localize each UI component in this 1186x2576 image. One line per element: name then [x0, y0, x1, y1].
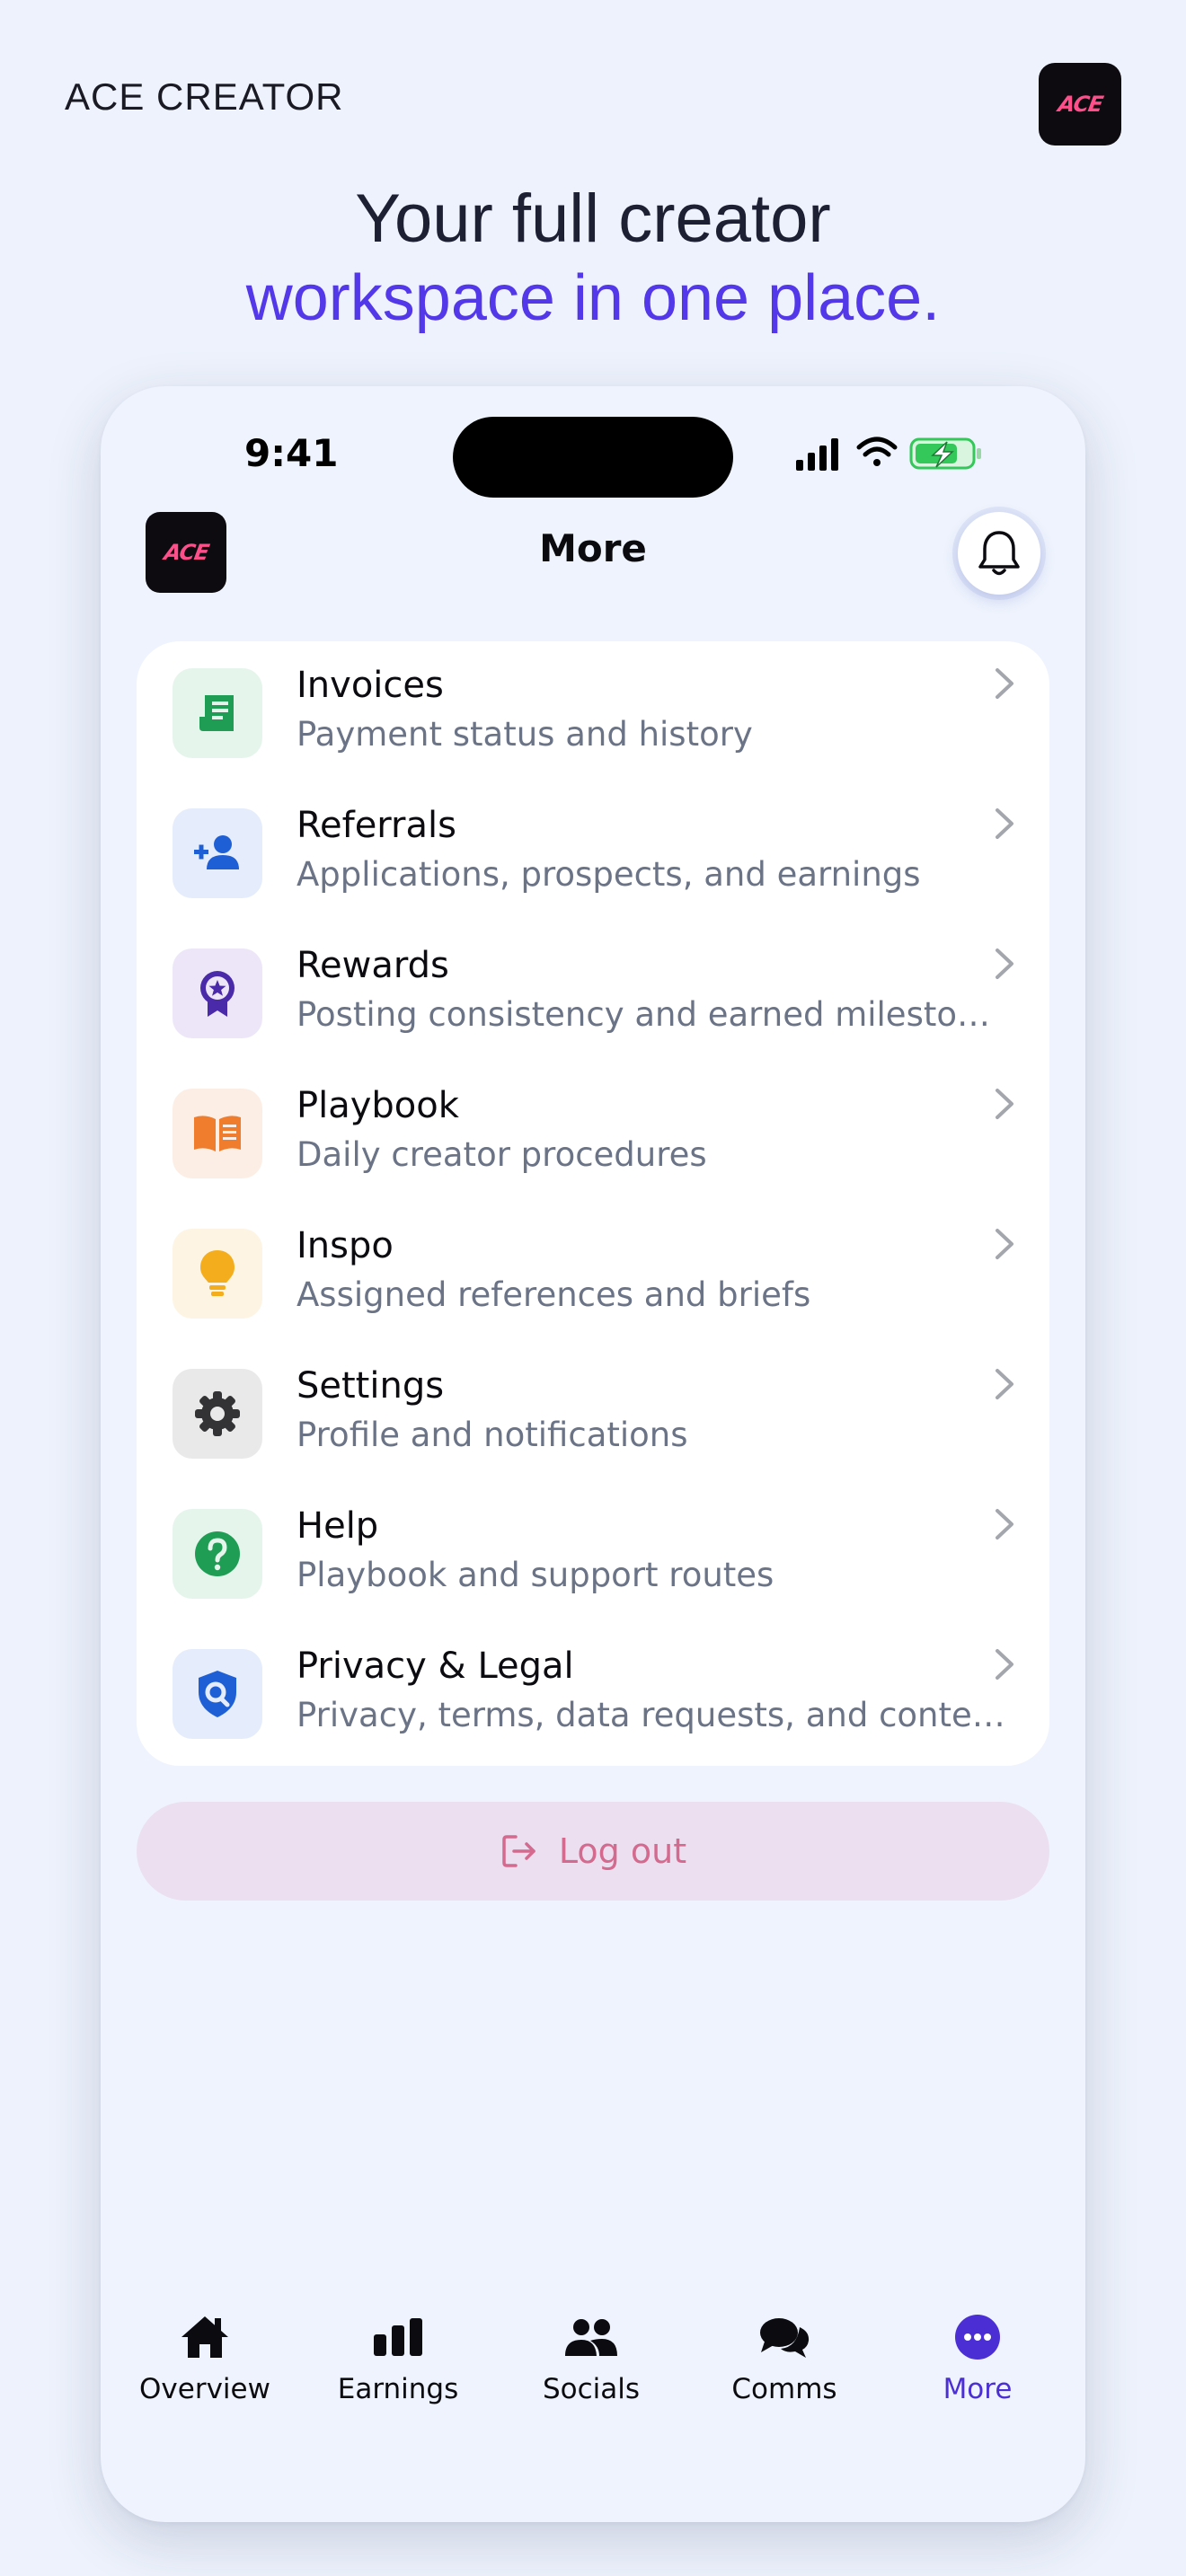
menu-item-icon-bg [173, 808, 262, 898]
menu-item-subtitle: Applications, prospects, and earnings [296, 855, 921, 894]
status-icons [796, 437, 981, 471]
menu-item-privacy-legal[interactable]: Privacy & Legal Privacy, terms, data req… [137, 1622, 1049, 1762]
menu-item-referrals[interactable]: Referrals Applications, prospects, and e… [137, 781, 1049, 922]
headline-line-2: workspace in one place. [245, 262, 941, 334]
receipt-icon [199, 695, 234, 731]
chevron-right-icon [996, 948, 1013, 979]
tab-overview[interactable]: Overview [108, 2299, 302, 2425]
logout-button[interactable]: Log out [137, 1802, 1049, 1901]
dynamic-island [453, 417, 733, 498]
menu-card: Invoices Payment status and history Refe… [137, 641, 1049, 1766]
menu-item-subtitle: Daily creator procedures [296, 1135, 707, 1174]
menu-item-icon-bg [173, 1509, 262, 1599]
chevron-right-icon [996, 1089, 1013, 1119]
tab-label: Socials [542, 2373, 641, 2405]
home-icon [181, 2316, 228, 2358]
menu-item-help[interactable]: Help Playbook and support routes [137, 1482, 1049, 1622]
chevron-right-icon [996, 808, 1013, 839]
chevron-right-icon [996, 1229, 1013, 1259]
tab-label: Overview [139, 2373, 270, 2405]
menu-item-icon-bg [173, 948, 262, 1038]
menu-item-title: Help [296, 1505, 379, 1547]
menu-item-icon-bg [173, 1229, 262, 1319]
headline-line-1: Your full creator [355, 181, 831, 257]
menu-item-icon-bg [173, 1649, 262, 1739]
tab-label: Earnings [337, 2373, 459, 2405]
battery-icon [909, 437, 981, 470]
menu-item-subtitle: Assigned references and briefs [296, 1275, 811, 1314]
chat-icon [760, 2318, 810, 2358]
more-icon [955, 2315, 1000, 2360]
badge-icon [200, 971, 235, 1017]
help-icon [195, 1531, 240, 1576]
phone-frame: 9:41 ACE More Invoices Payment status an… [101, 386, 1085, 2522]
tab-comms[interactable]: Comms [687, 2299, 881, 2425]
tab-bar: Overview Earnings Socials Comms More [101, 2299, 1085, 2425]
tab-earnings[interactable]: Earnings [301, 2299, 495, 2425]
chevron-right-icon [996, 1649, 1013, 1680]
chevron-right-icon [996, 1369, 1013, 1399]
menu-item-icon-bg [173, 668, 262, 758]
shield-search-icon [199, 1671, 236, 1717]
logout-label: Log out [558, 1831, 687, 1871]
menu-item-title: Privacy & Legal [296, 1645, 574, 1687]
menu-item-rewards[interactable]: Rewards Posting consistency and earned m… [137, 922, 1049, 1062]
menu-item-subtitle: Playbook and support routes [296, 1556, 774, 1594]
person-add-icon [194, 835, 239, 869]
brand-logo-text: ACE [1056, 92, 1104, 117]
menu-item-title: Invoices [296, 665, 444, 706]
page-title: More [539, 526, 647, 570]
menu-item-title: Rewards [296, 945, 449, 986]
tab-more[interactable]: More [881, 2299, 1075, 2425]
lightbulb-icon [200, 1250, 235, 1296]
tab-label: Comms [731, 2373, 837, 2405]
chevron-right-icon [996, 668, 1013, 699]
menu-item-title: Settings [296, 1365, 445, 1407]
logout-icon [502, 1835, 535, 1867]
menu-item-subtitle: Privacy, terms, data requests, and conte… [296, 1696, 1006, 1734]
people-icon [565, 2319, 617, 2356]
book-icon [194, 1116, 241, 1151]
brand-name: ACE CREATOR [65, 75, 344, 118]
menu-item-invoices[interactable]: Invoices Payment status and history [137, 641, 1049, 781]
bar-chart-icon [374, 2318, 422, 2356]
menu-item-title: Inspo [296, 1225, 394, 1266]
menu-item-icon-bg [173, 1369, 262, 1459]
notifications-button[interactable] [958, 512, 1040, 595]
brand-logo: ACE [1039, 63, 1121, 146]
menu-item-subtitle: Profile and notifications [296, 1416, 688, 1454]
menu-item-title: Referrals [296, 805, 456, 846]
wifi-icon [856, 437, 898, 466]
tab-socials[interactable]: Socials [494, 2299, 688, 2425]
tab-label: More [943, 2373, 1013, 2405]
signal-icon [796, 438, 838, 471]
menu-item-title: Playbook [296, 1085, 459, 1126]
status-time: 9:41 [244, 431, 339, 475]
menu-item-subtitle: Posting consistency and earned milestone… [296, 995, 1006, 1034]
menu-item-inspo[interactable]: Inspo Assigned references and briefs [137, 1202, 1049, 1342]
chevron-right-icon [996, 1509, 1013, 1539]
bell-icon [978, 531, 1020, 576]
gear-icon [195, 1391, 240, 1436]
menu-item-settings[interactable]: Settings Profile and notifications [137, 1342, 1049, 1482]
menu-item-playbook[interactable]: Playbook Daily creator procedures [137, 1062, 1049, 1202]
menu-item-icon-bg [173, 1089, 262, 1178]
menu-item-subtitle: Payment status and history [296, 715, 753, 754]
